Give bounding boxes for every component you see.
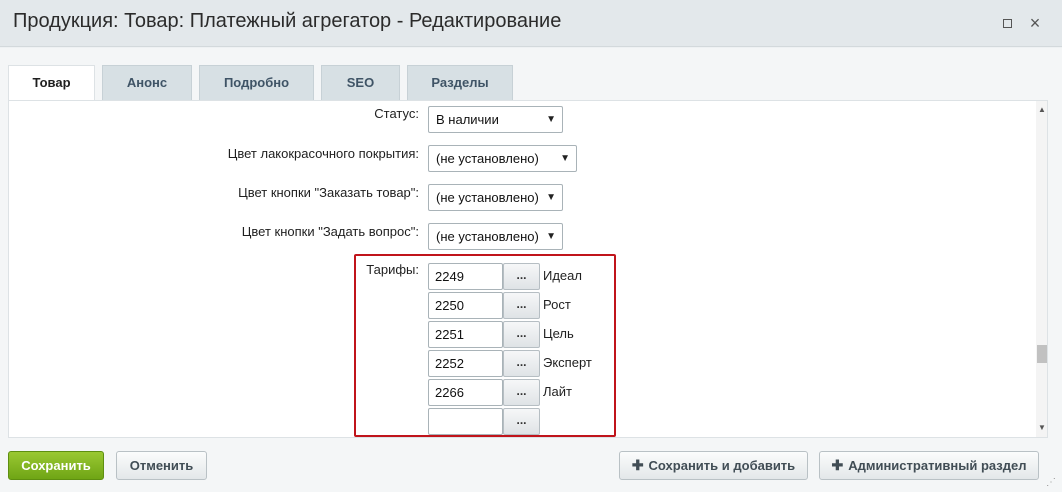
tariff-id-input-empty[interactable] bbox=[428, 408, 503, 435]
tariff-name: Лайт bbox=[543, 384, 572, 399]
tariff-id-input[interactable]: 2250 bbox=[428, 292, 503, 319]
status-value: В наличии bbox=[436, 112, 499, 127]
save-and-add-button[interactable]: ✚ Сохранить и добавить bbox=[619, 451, 808, 480]
plus-icon: ✚ bbox=[831, 457, 844, 473]
paint-color-select[interactable]: (не установлено) ▼ bbox=[428, 145, 577, 172]
status-select[interactable]: В наличии ▼ bbox=[428, 106, 563, 133]
ask-button-color-select[interactable]: (не установлено) ▼ bbox=[428, 223, 563, 250]
resize-grip-icon[interactable]: ⋰ bbox=[1046, 476, 1060, 490]
ask-button-color-value: (не установлено) bbox=[436, 229, 539, 244]
tariff-id-input[interactable]: 2252 bbox=[428, 350, 503, 377]
chevron-down-icon: ▼ bbox=[546, 192, 556, 203]
save-button[interactable]: Сохранить bbox=[8, 451, 104, 480]
scroll-thumb[interactable] bbox=[1037, 345, 1047, 363]
tab-seo[interactable]: SEO bbox=[321, 65, 400, 101]
window-title: Продукция: Товар: Платежный агрегатор - … bbox=[13, 10, 562, 32]
maximize-icon[interactable] bbox=[997, 12, 1017, 34]
ask-button-color-label: Цвет кнопки "Задать вопрос": bbox=[241, 224, 419, 239]
tab-product[interactable]: Товар bbox=[8, 65, 95, 102]
tariffs-label: Тарифы: bbox=[366, 262, 419, 277]
admin-section-button[interactable]: ✚ Административный раздел bbox=[819, 451, 1039, 480]
tariff-name: Цель bbox=[543, 326, 574, 341]
tariff-select-button[interactable]: ... bbox=[503, 321, 540, 348]
tariff-select-button[interactable]: ... bbox=[503, 350, 540, 377]
order-button-color-value: (не установлено) bbox=[436, 190, 539, 205]
scroll-down-icon[interactable]: ▼ bbox=[1036, 421, 1047, 435]
status-label: Статус: bbox=[374, 106, 419, 121]
tariff-name: Идеал bbox=[543, 268, 582, 283]
tariff-select-button[interactable]: ... bbox=[503, 263, 540, 290]
tariff-name: Рост bbox=[543, 297, 571, 312]
vertical-scrollbar[interactable]: ▲ ▼ bbox=[1036, 101, 1047, 437]
tariff-select-button[interactable]: ... bbox=[503, 408, 540, 435]
tariff-id-input[interactable]: 2249 bbox=[428, 263, 503, 290]
tariff-name: Эксперт bbox=[543, 355, 592, 370]
order-button-color-label: Цвет кнопки "Заказать товар": bbox=[238, 185, 419, 200]
form-panel: Статус: В наличии ▼ Цвет лакокрасочного … bbox=[8, 100, 1048, 438]
scroll-up-icon[interactable]: ▲ bbox=[1036, 103, 1047, 117]
chevron-down-icon: ▼ bbox=[560, 153, 570, 164]
tariff-id-input[interactable]: 2266 bbox=[428, 379, 503, 406]
paint-color-label: Цвет лакокрасочного покрытия: bbox=[227, 146, 419, 161]
save-and-add-label: Сохранить и добавить bbox=[648, 458, 796, 473]
chevron-down-icon: ▼ bbox=[546, 231, 556, 242]
cancel-button[interactable]: Отменить bbox=[116, 451, 207, 480]
chevron-down-icon: ▼ bbox=[546, 114, 556, 125]
tariff-select-button[interactable]: ... bbox=[503, 292, 540, 319]
plus-icon: ✚ bbox=[631, 457, 644, 473]
tab-details[interactable]: Подробно bbox=[199, 65, 314, 101]
tab-sections[interactable]: Разделы bbox=[407, 65, 513, 101]
admin-section-label: Административный раздел bbox=[848, 458, 1027, 473]
tariff-id-input[interactable]: 2251 bbox=[428, 321, 503, 348]
order-button-color-select[interactable]: (не установлено) ▼ bbox=[428, 184, 563, 211]
window-titlebar: Продукция: Товар: Платежный агрегатор - … bbox=[0, 0, 1062, 47]
tariff-select-button[interactable]: ... bbox=[503, 379, 540, 406]
close-icon[interactable]: × bbox=[1025, 12, 1045, 34]
tab-announce[interactable]: Анонс bbox=[102, 65, 192, 101]
paint-color-value: (не установлено) bbox=[436, 151, 539, 166]
